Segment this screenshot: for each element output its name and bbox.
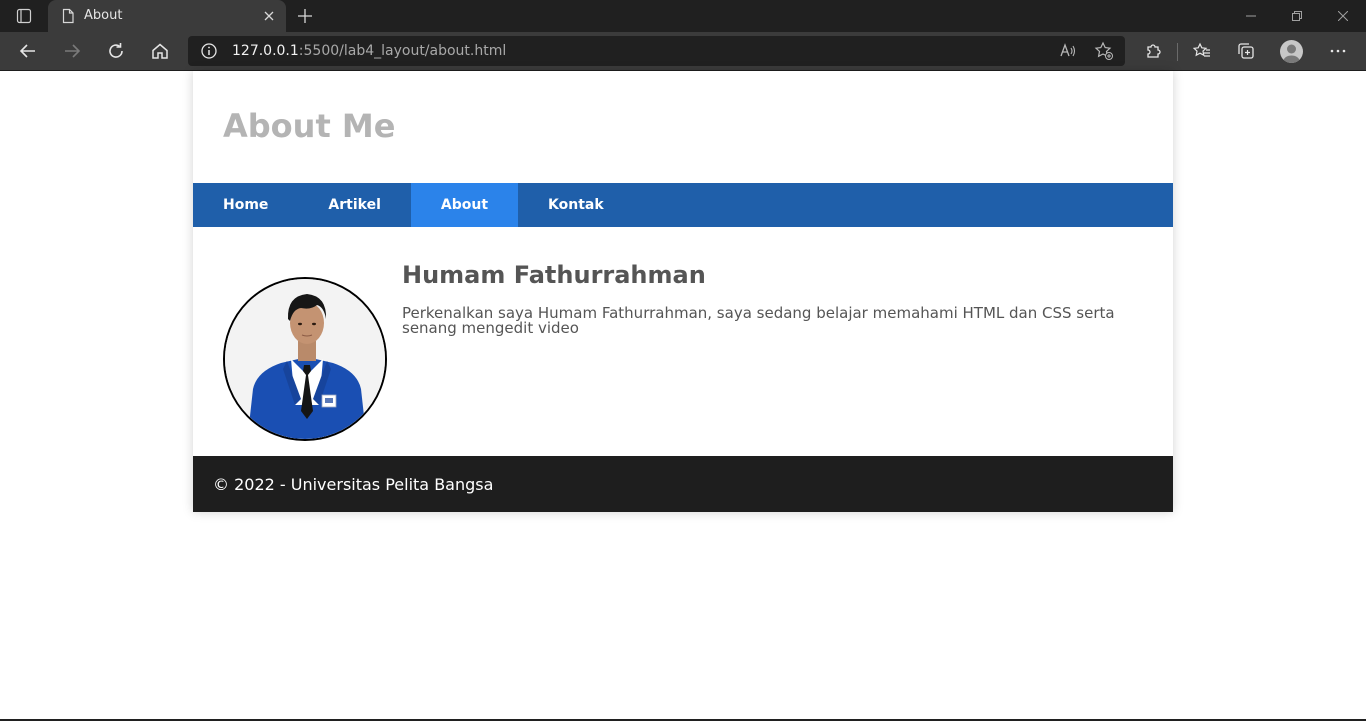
page-viewport: About Me Home Artikel About Kontak Humam… [0, 71, 1366, 719]
profile-avatar[interactable] [1280, 40, 1303, 63]
profile-name: Humam Fathurrahman [402, 261, 706, 289]
read-aloud-icon[interactable] [1058, 41, 1078, 61]
tab-actions-icon[interactable] [8, 5, 40, 27]
home-icon[interactable] [144, 36, 176, 66]
main-nav: Home Artikel About Kontak [193, 183, 1173, 227]
info-icon[interactable] [200, 42, 218, 60]
browser-tab[interactable]: About [48, 0, 286, 32]
back-arrow-icon[interactable] [12, 36, 44, 66]
site-header: About Me [193, 71, 1173, 183]
nav-item-kontak[interactable]: Kontak [518, 183, 634, 227]
browser-titlebar: About [0, 0, 1366, 32]
add-favorite-icon[interactable] [1094, 41, 1114, 61]
url-text[interactable]: 127.0.0.1:5500/lab4_layout/about.html [232, 43, 506, 59]
footer-copyright: © 2022 - Universitas Pelita Bangsa [213, 475, 494, 494]
collections-icon[interactable] [1230, 36, 1262, 66]
profile-photo [223, 277, 387, 441]
favorites-icon[interactable] [1186, 36, 1218, 66]
tab-title: About [84, 8, 123, 23]
nav-item-artikel[interactable]: Artikel [298, 183, 410, 227]
window-controls [1228, 0, 1366, 32]
more-icon[interactable] [1322, 36, 1354, 66]
toolbar-separator [1177, 43, 1178, 61]
browser-toolbar: 127.0.0.1:5500/lab4_layout/about.html [0, 32, 1366, 71]
nav-item-home[interactable]: Home [193, 183, 298, 227]
nav-item-about[interactable]: About [410, 183, 519, 227]
close-icon[interactable] [260, 7, 278, 25]
window-close-icon[interactable] [1320, 0, 1366, 32]
restore-icon[interactable] [1274, 0, 1320, 32]
minimize-icon[interactable] [1228, 0, 1274, 32]
plus-icon[interactable] [294, 5, 316, 27]
forward-arrow-icon[interactable] [56, 36, 88, 66]
puzzle-icon[interactable] [1137, 36, 1169, 66]
site-title: About Me [223, 107, 396, 145]
page-icon [60, 8, 76, 24]
refresh-icon[interactable] [100, 36, 132, 66]
profile-bio: Perkenalkan saya Humam Fathurrahman, say… [402, 304, 1115, 337]
site-footer: © 2022 - Universitas Pelita Bangsa [193, 456, 1173, 512]
url-host: 127.0.0.1 [232, 43, 299, 59]
url-path: :5500/lab4_layout/about.html [298, 43, 507, 59]
page-container: About Me Home Artikel About Kontak Humam… [193, 71, 1173, 512]
address-bar[interactable]: 127.0.0.1:5500/lab4_layout/about.html [188, 36, 1125, 66]
